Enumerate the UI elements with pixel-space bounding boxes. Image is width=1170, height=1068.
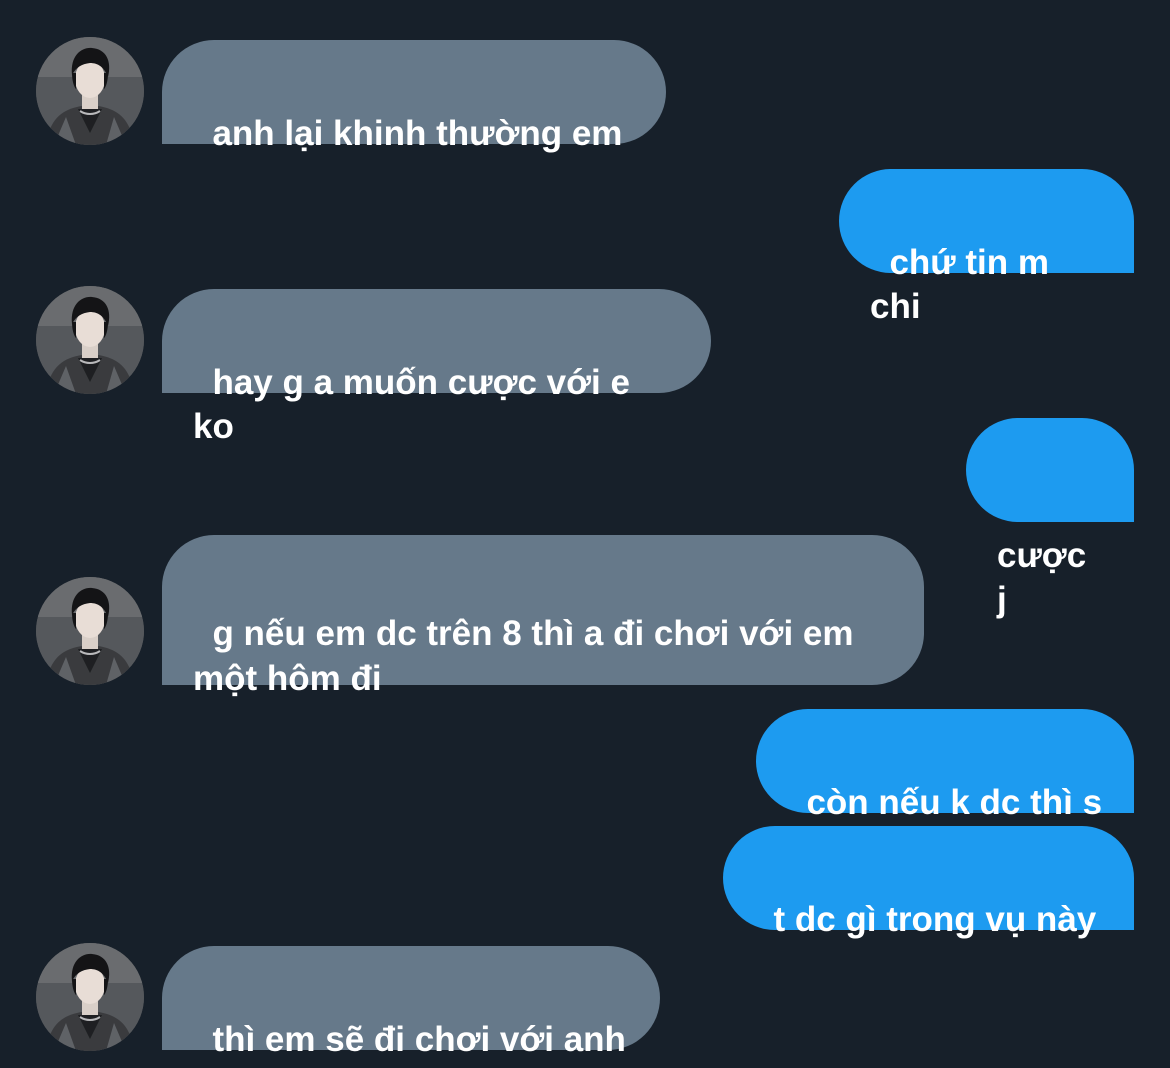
outgoing-message-bubble[interactable]: chứ tin m chi — [839, 169, 1134, 326]
sender-avatar[interactable] — [36, 37, 144, 145]
message-text: g nếu em dc trên 8 thì a đi chơi với em … — [193, 614, 864, 698]
message-text: cược j — [997, 536, 1096, 619]
avatar-image — [36, 286, 144, 394]
incoming-message-bubble[interactable]: hay g a muốn cược với e ko — [162, 289, 711, 446]
avatar-image — [36, 943, 144, 1051]
avatar-image — [36, 37, 144, 145]
incoming-message-bubble[interactable]: g nếu em dc trên 8 thì a đi chơi với em … — [162, 535, 924, 698]
incoming-message-bubble[interactable]: thì em sẽ đi chơi với anh — [162, 946, 660, 1059]
message-text: thì em sẽ đi chơi với anh — [212, 1020, 626, 1059]
sender-avatar[interactable] — [36, 943, 144, 1051]
message-text: chứ tin m chi — [870, 243, 1059, 326]
sender-avatar[interactable] — [36, 286, 144, 394]
outgoing-message-bubble[interactable]: còn nếu k dc thì s — [756, 709, 1134, 822]
dm-conversation: { "messages": [ {"from": "other", "text"… — [0, 0, 1170, 1068]
message-text: anh lại khinh thường em — [212, 114, 623, 153]
outgoing-message-bubble[interactable]: t dc gì trong vụ này — [723, 826, 1134, 939]
message-text: hay g a muốn cược với e ko — [193, 363, 640, 446]
sender-avatar[interactable] — [36, 577, 144, 685]
message-text: t dc gì trong vụ này — [773, 900, 1097, 939]
incoming-message-bubble[interactable]: anh lại khinh thường em — [162, 40, 666, 153]
outgoing-message-bubble[interactable]: cược j — [966, 418, 1134, 619]
message-text: còn nếu k dc thì s — [806, 783, 1103, 822]
avatar-image — [36, 577, 144, 685]
